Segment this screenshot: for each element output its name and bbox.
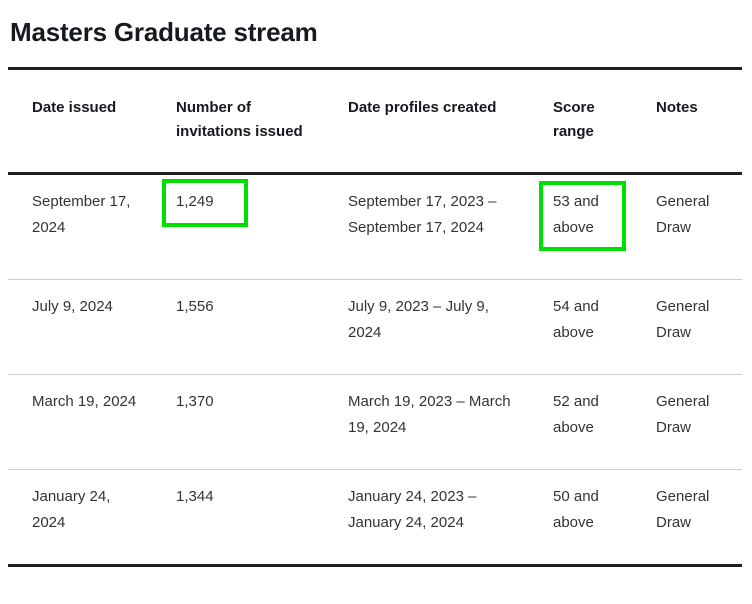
- cell-notes: General Draw: [656, 393, 710, 436]
- column-header-invitations: Number of invitations issued: [176, 99, 303, 140]
- cell-date-issued: September 17, 2024: [32, 193, 131, 236]
- cell-profiles-date: January 24, 2023 – January 24, 2024: [348, 488, 477, 531]
- cell-notes: General Draw: [656, 488, 710, 531]
- table-header-row: Date issued Number of invitations issued…: [8, 70, 742, 174]
- table-row: September 17, 2024 1,249 September 17, 2…: [8, 174, 742, 280]
- draw-history-table-container: Date issued Number of invitations issued…: [8, 67, 742, 567]
- cell-notes: General Draw: [656, 298, 710, 341]
- cell-notes: General Draw: [656, 193, 710, 236]
- table-row: July 9, 2024 1,556 July 9, 2023 – July 9…: [8, 280, 742, 375]
- table-row: January 24, 2024 1,344 January 24, 2023 …: [8, 470, 742, 565]
- cell-profiles-date: September 17, 2023 – September 17, 2024: [348, 193, 497, 236]
- cell-date-issued: July 9, 2024: [32, 298, 113, 315]
- cell-score-range: 50 and above: [553, 488, 599, 531]
- cell-score-range: 54 and above: [553, 298, 599, 341]
- column-header-profiles-date: Date profiles created: [348, 99, 497, 116]
- page-root: Masters Graduate stream Date issued Numb…: [0, 0, 752, 604]
- cell-invitations-value: 1,249: [176, 193, 214, 210]
- cell-invitations: 1,344: [176, 488, 214, 505]
- column-header-date-issued: Date issued: [32, 99, 117, 116]
- cell-score-range: 52 and above: [553, 393, 599, 436]
- table-row: March 19, 2024 1,370 March 19, 2023 – Ma…: [8, 375, 742, 470]
- cell-date-issued: March 19, 2024: [32, 393, 137, 410]
- cell-score-range-value: 53 and above: [553, 193, 599, 236]
- column-header-score-range: Score range: [553, 99, 595, 140]
- cell-profiles-date: July 9, 2023 – July 9, 2024: [348, 298, 489, 341]
- cell-score-range: 53 and above: [529, 174, 632, 280]
- cell-date-issued: January 24, 2024: [32, 488, 111, 531]
- cell-invitations: 1,556: [176, 298, 214, 315]
- table-header: Date issued Number of invitations issued…: [8, 70, 742, 174]
- cell-profiles-date: March 19, 2023 – March 19, 2024: [348, 393, 511, 436]
- column-header-notes: Notes: [656, 99, 698, 116]
- draw-history-table: Date issued Number of invitations issued…: [8, 70, 742, 564]
- cell-invitations: 1,370: [176, 393, 214, 410]
- table-body: September 17, 2024 1,249 September 17, 2…: [8, 174, 742, 565]
- page-title: Masters Graduate stream: [10, 17, 318, 47]
- highlight-box-score-range: 53 and above: [539, 181, 626, 251]
- highlight-box-invitations: 1,249: [162, 179, 248, 227]
- cell-invitations: 1,249: [152, 174, 324, 280]
